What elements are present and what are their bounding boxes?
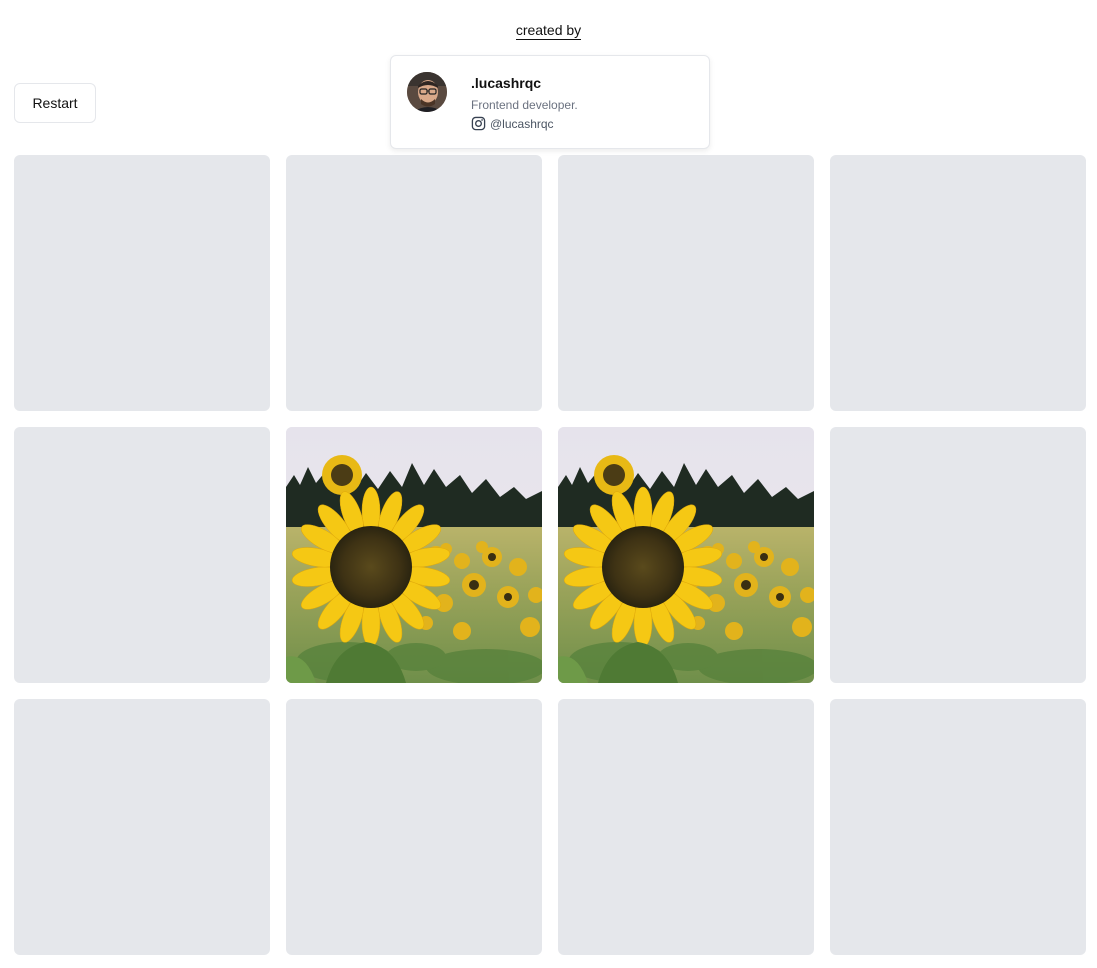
avatar-photo-icon: [407, 72, 447, 112]
memory-card[interactable]: [830, 427, 1086, 683]
avatar[interactable]: [407, 72, 447, 112]
memory-card[interactable]: [286, 427, 542, 683]
memory-card[interactable]: [286, 699, 542, 955]
card-grid: [14, 155, 1086, 955]
memory-card[interactable]: [830, 699, 1086, 955]
created-by-header: created by: [0, 22, 1097, 40]
created-by-link[interactable]: created by: [515, 22, 582, 40]
restart-button[interactable]: Restart: [14, 83, 96, 123]
profile-hover-card: .lucashrqc Frontend developer. @lucashrq…: [390, 55, 710, 149]
memory-card[interactable]: [830, 155, 1086, 411]
profile-name: .lucashrqc: [471, 75, 542, 91]
profile-bio: Frontend developer.: [471, 98, 578, 112]
memory-card[interactable]: [14, 155, 270, 411]
instagram-icon: [471, 116, 486, 131]
card-face: [558, 427, 814, 683]
memory-card[interactable]: [558, 699, 814, 955]
memory-card[interactable]: [286, 155, 542, 411]
memory-game-page: created by Restart .lucashrqc Frontend d…: [0, 0, 1097, 968]
instagram-link[interactable]: @lucashrqc: [471, 116, 554, 131]
memory-card[interactable]: [14, 427, 270, 683]
card-face: [286, 427, 542, 683]
memory-card[interactable]: [558, 427, 814, 683]
sunflower-field-image: [558, 427, 814, 683]
sunflower-field-image: [286, 427, 542, 683]
memory-card[interactable]: [14, 699, 270, 955]
instagram-handle: @lucashrqc: [490, 116, 554, 131]
memory-card[interactable]: [558, 155, 814, 411]
